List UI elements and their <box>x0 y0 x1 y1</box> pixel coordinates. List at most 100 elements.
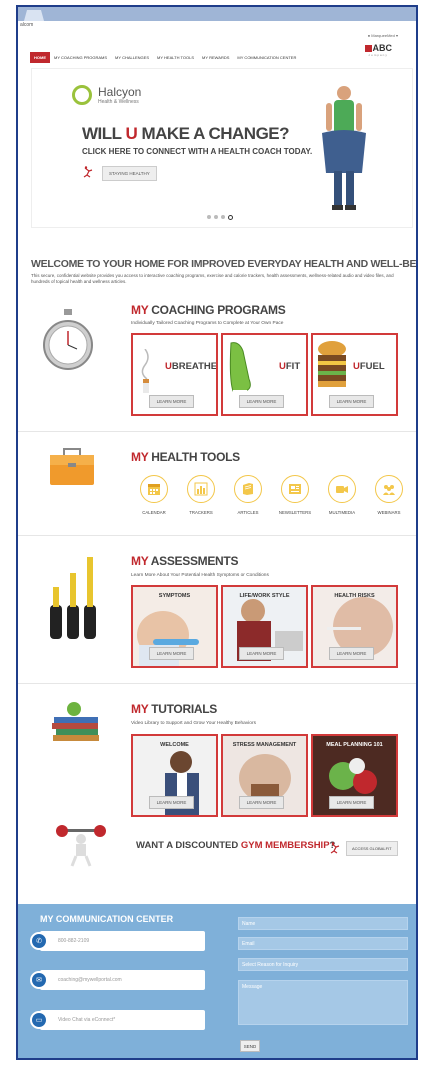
tools-title: MY HEALTH TOOLS <box>131 450 240 464</box>
life-work-style-learn-more-button[interactable]: LEARN MORE <box>239 647 284 660</box>
card-ufit[interactable]: UFIT LEARN MORE <box>221 333 308 416</box>
hero-title-u: U <box>125 124 138 143</box>
nav-rewards[interactable]: MY REWARDS <box>198 55 233 60</box>
card-meal-planning[interactable]: MEAL PLANNING 101 LEARN MORE <box>311 734 398 817</box>
weightlifter-image <box>56 825 106 867</box>
tool-calendar-label: CALENDAR <box>142 510 166 515</box>
health-risks-label: HEALTH RISKS <box>334 593 375 599</box>
carousel-dot[interactable] <box>207 215 211 219</box>
tool-multimedia-label: MULTIMEDIA <box>328 510 356 515</box>
tool-trackers[interactable]: TRACKERS <box>181 475 221 515</box>
hero-subtitle[interactable]: CLICK HERE TO CONNECT WITH A HEALTH COAC… <box>82 147 312 156</box>
ubreathe-text: BREATHE <box>171 361 218 372</box>
carousel-dot[interactable] <box>221 215 225 219</box>
cigarette-image <box>141 349 149 393</box>
email-input[interactable]: Email <box>238 937 408 950</box>
tool-webinars[interactable]: WEBINARS <box>369 475 409 515</box>
newsletter-icon <box>289 484 301 494</box>
email-icon: ✉ <box>30 971 48 989</box>
meal-planning-label: MEAL PLANNING 101 <box>326 742 383 748</box>
send-button[interactable]: SEND <box>240 1040 260 1052</box>
health-risks-learn-more-button[interactable]: LEARN MORE <box>329 647 374 660</box>
tools-title-my: MY <box>131 450 149 464</box>
ufit-learn-more-button[interactable]: LEARN MORE <box>239 395 284 408</box>
carousel-dot[interactable] <box>214 215 218 219</box>
coaching-title-my: MY <box>131 303 149 317</box>
message-textarea[interactable]: Message <box>238 980 408 1025</box>
toolbox-image <box>50 448 94 485</box>
runner-icon <box>330 842 340 854</box>
life-work-style-label: LIFE/WORK STYLE <box>239 593 290 599</box>
card-symptoms[interactable]: SYMPTOMS LEARN MORE <box>131 585 218 668</box>
nav-communication-center[interactable]: MY COMMUNICATION CENTER <box>233 55 300 60</box>
welcome-title: WELCOME TO YOUR HOME FOR IMPROVED EVERYD… <box>31 258 418 270</box>
nav-coaching-programs[interactable]: MY COACHING PROGRAMS <box>50 55 111 60</box>
address-bar[interactable]: alcom <box>20 22 33 28</box>
welcome-learn-more-button[interactable]: LEARN MORE <box>149 796 194 809</box>
card-ufuel[interactable]: UFUEL LEARN MORE <box>311 333 398 416</box>
hero-banner[interactable]: Halcyon Health & Wellness WILL U MAKE A … <box>31 68 413 228</box>
ubreathe-learn-more-button[interactable]: LEARN MORE <box>149 395 194 408</box>
runner-icon <box>83 166 93 178</box>
tool-newsletters[interactable]: NEWSLETTERS <box>275 475 315 515</box>
tool-calendar[interactable]: CALENDAR <box>134 475 174 515</box>
video-chat-field[interactable]: Video Chat via eConnect* <box>40 1010 205 1030</box>
tool-articles-label: ARTICLES <box>237 510 259 515</box>
tape-measures-image <box>50 557 96 639</box>
burger-image <box>318 341 346 387</box>
coaching-title-text: COACHING PROGRAMS <box>148 303 286 317</box>
nav-home[interactable]: HOME <box>30 51 50 63</box>
halcyon-sub: Health & Wellness <box>98 99 139 105</box>
card-welcome[interactable]: WELCOME LEARN MORE <box>131 734 218 817</box>
tool-newsletters-label: NEWSLETTERS <box>278 510 312 515</box>
assessments-title: MY ASSESSMENTS <box>131 554 238 568</box>
tool-multimedia[interactable]: MULTIMEDIA <box>322 475 362 515</box>
stress-management-label: STRESS MANAGEMENT <box>232 742 297 748</box>
carousel-dot-active[interactable] <box>228 215 233 220</box>
monitor-icon: ▭ <box>30 1011 48 1029</box>
chart-icon <box>194 482 208 496</box>
assessments-subtitle: Learn More About Your Potential Health S… <box>131 573 269 578</box>
card-life-work-style[interactable]: LIFE/WORK STYLE LEARN MORE <box>221 585 308 668</box>
halcyon-name: Halcyon <box>98 85 142 99</box>
reason-select[interactable]: Select Reason for Inquiry <box>238 958 408 971</box>
symptoms-learn-more-button[interactable]: LEARN MORE <box>149 647 194 660</box>
company-name: ABC <box>372 43 393 53</box>
books-apple-image <box>52 702 99 741</box>
ubreathe-label: UBREATHE <box>165 361 218 372</box>
phone-field[interactable]: 800-882-2109 <box>40 931 205 951</box>
main-nav: HOME MY COACHING PROGRAMS MY CHALLENGES … <box>30 51 300 63</box>
access-globalfit-button[interactable]: ACCESS GLOBALFIT <box>346 841 398 856</box>
section-divider <box>18 535 416 536</box>
hero-title-pre: WILL <box>82 124 126 143</box>
ufuel-learn-more-button[interactable]: LEARN MORE <box>329 395 374 408</box>
nav-challenges[interactable]: MY CHALLENGES <box>111 55 153 60</box>
sneaker-image <box>229 342 251 392</box>
meal-planning-learn-more-button[interactable]: LEARN MORE <box>329 796 374 809</box>
card-ubreathe[interactable]: UBREATHE LEARN MORE <box>131 333 218 416</box>
user-menu[interactable]: ● MarqueeMed ▾ <box>368 33 398 38</box>
ubreathe-u: U <box>165 361 172 372</box>
email-contact-field[interactable]: coaching@mywellportal.com <box>40 970 205 990</box>
gym-text-red: GYM MEMBERSHIP <box>240 840 330 851</box>
nav-health-tools[interactable]: MY HEALTH TOOLS <box>153 55 198 60</box>
tool-articles[interactable]: ARTICLES <box>228 475 268 515</box>
user-name: MarqueeMed <box>371 33 395 38</box>
card-stress-management[interactable]: STRESS MANAGEMENT LEARN MORE <box>221 734 308 817</box>
browser-window: alcom ● MarqueeMed ▾ ABC company HOME MY … <box>16 5 418 1060</box>
name-input[interactable]: Name <box>238 917 408 930</box>
calendar-icon <box>148 484 160 495</box>
welcome-text: This secure, confidential website provid… <box>31 273 394 284</box>
company-sub: company <box>368 53 388 57</box>
coaching-title: MY COACHING PROGRAMS <box>131 303 286 317</box>
group-icon <box>383 485 395 495</box>
stress-management-learn-more-button[interactable]: LEARN MORE <box>239 796 284 809</box>
tools-title-text: HEALTH TOOLS <box>148 450 240 464</box>
browser-tab[interactable] <box>24 10 44 21</box>
staying-healthy-button[interactable]: STAYING HEALTHY <box>102 166 157 181</box>
card-health-risks[interactable]: HEALTH RISKS LEARN MORE <box>311 585 398 668</box>
section-divider <box>18 683 416 684</box>
symptoms-label: SYMPTOMS <box>158 593 191 599</box>
tutorials-title-text: TUTORIALS <box>148 702 217 716</box>
book-icon <box>243 483 253 495</box>
